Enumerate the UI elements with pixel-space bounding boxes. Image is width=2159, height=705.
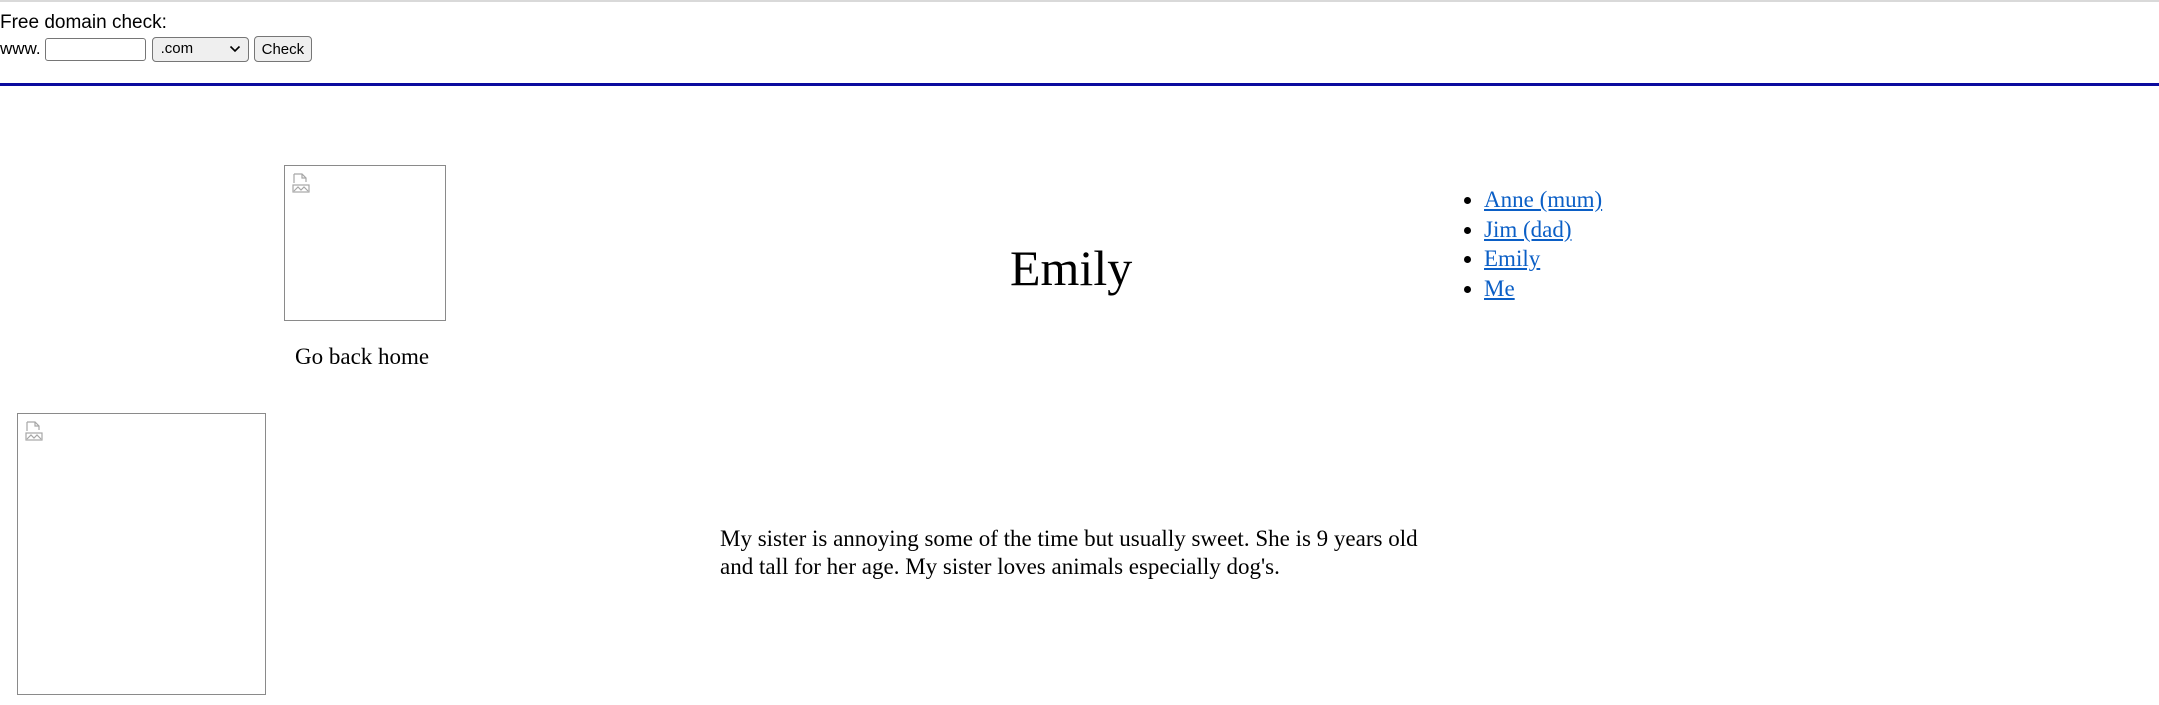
tld-select[interactable]: .com	[151, 36, 249, 62]
chevron-down-icon	[229, 45, 240, 53]
nav-link-jim[interactable]: Jim (dad)	[1484, 217, 1572, 242]
nav-item-emily: Emily	[1484, 244, 1602, 274]
nav-link-emily[interactable]: Emily	[1484, 246, 1540, 271]
nav-link-me[interactable]: Me	[1484, 276, 1515, 301]
nav-link-anne[interactable]: Anne (mum)	[1484, 187, 1602, 212]
domain-check-form: Free domain check: www. .com Check	[0, 12, 313, 62]
domain-name-input[interactable]	[44, 37, 146, 61]
home-image-link[interactable]	[284, 165, 446, 321]
check-button[interactable]: Check	[253, 36, 313, 62]
www-prefix-label: www.	[0, 39, 41, 58]
tld-selected-value: .com	[160, 40, 194, 57]
bio-paragraph: My sister is annoying some of the time b…	[720, 526, 1418, 579]
header-divider	[0, 83, 2159, 86]
go-back-home-link[interactable]: Go back home	[295, 344, 429, 370]
domain-check-row: www. .com Check	[0, 36, 313, 62]
nav-item-jim: Jim (dad)	[1484, 215, 1602, 245]
page-title: Emily	[1010, 240, 1133, 296]
nav-item-anne: Anne (mum)	[1484, 185, 1602, 215]
domain-check-heading: Free domain check:	[0, 12, 167, 33]
top-border	[0, 0, 2159, 2]
emily-photo	[17, 413, 266, 695]
nav-item-me: Me	[1484, 274, 1602, 304]
family-nav: Anne (mum) Jim (dad) Emily Me	[1438, 185, 1602, 303]
broken-image-icon	[292, 173, 310, 193]
broken-image-icon	[25, 421, 43, 441]
